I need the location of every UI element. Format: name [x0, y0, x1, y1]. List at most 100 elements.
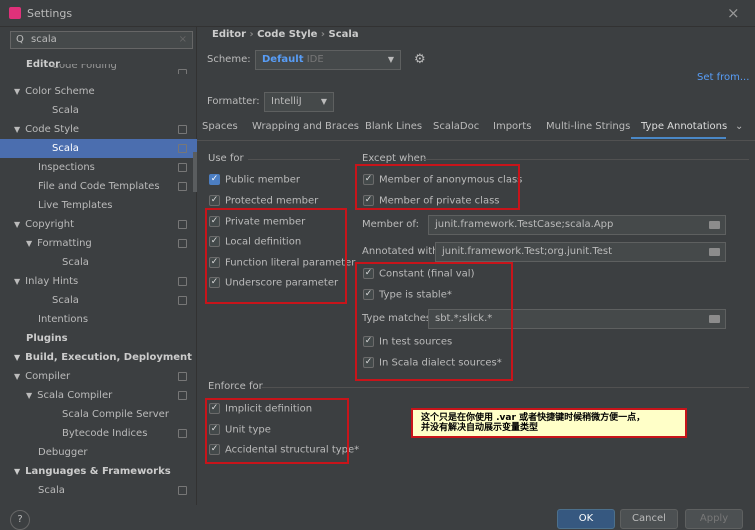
sidebar-item-scala-compiler[interactable]: ▼ Scala Compiler — [0, 386, 197, 405]
apply-button[interactable]: Apply — [685, 509, 743, 529]
sidebar-item-scala[interactable]: Scala — [0, 481, 197, 500]
expand-arrow-icon[interactable]: ▼ — [14, 353, 20, 362]
tab-multi-line-strings[interactable]: Multi-line Strings — [546, 121, 630, 132]
sidebar-item-bytecode-indices[interactable]: Bytecode Indices — [0, 424, 197, 443]
expand-arrow-icon[interactable]: ▼ — [26, 391, 32, 400]
annotation-box — [355, 262, 513, 381]
annotation-note: 这个只是在你使用 .var 或者快捷键时候稍微方便一点， 并没有解决自动展示变量… — [411, 408, 687, 438]
folder-icon[interactable] — [709, 221, 720, 229]
scheme-kind: IDE — [306, 54, 324, 65]
sidebar-item-debugger[interactable]: Debugger — [0, 443, 197, 462]
sidebar-item-inspections[interactable]: Inspections — [0, 158, 197, 177]
tab-wrapping-and-braces[interactable]: Wrapping and Braces — [252, 121, 359, 132]
scheme-select[interactable]: Default IDE ▼ — [255, 50, 401, 70]
sidebar-item-live-templates[interactable]: Live Templates — [0, 196, 197, 215]
gear-icon[interactable]: ⚙ — [414, 52, 426, 67]
sidebar-item-label: Languages & Frameworks — [25, 466, 171, 477]
help-label: ? — [17, 514, 23, 525]
sidebar-item-label: Inlay Hints — [25, 276, 79, 287]
sidebar-item-label: Debugger — [38, 447, 88, 458]
sidebar-item-inlay-hints[interactable]: ▼ Inlay Hints — [0, 272, 197, 291]
member-of-field[interactable]: junit.framework.TestCase;scala.App — [428, 215, 726, 235]
formatter-value: IntelliJ — [271, 96, 302, 107]
sidebar: Q scala × Editor Code Folding ▼ Color Schem… — [0, 27, 197, 505]
help-button[interactable]: ? — [10, 510, 30, 530]
sidebar-scrollbar[interactable] — [193, 152, 197, 192]
chevron-down-icon: ▼ — [387, 55, 394, 64]
member-of-label: Member of: — [362, 219, 419, 230]
search-value: scala — [31, 34, 57, 45]
expand-arrow-icon[interactable]: ▼ — [14, 220, 20, 229]
sidebar-item-scala[interactable]: Scala — [0, 139, 197, 158]
project-scope-icon — [178, 125, 187, 134]
sidebar-item-code-style[interactable]: ▼ Code Style — [0, 120, 197, 139]
sidebar-item-code-folding[interactable]: Code Folding — [0, 64, 197, 74]
sidebar-item-label: Live Templates — [38, 200, 113, 211]
sidebar-item-label: Scala — [52, 143, 79, 154]
sidebar-item-scala[interactable]: Scala — [0, 101, 197, 120]
checkbox-checked-icon[interactable]: ✓ — [209, 174, 220, 185]
tabs-overflow-icon[interactable]: ⌄ — [735, 121, 743, 132]
cancel-button[interactable]: Cancel — [620, 509, 678, 529]
search-input[interactable]: Q scala × — [10, 31, 193, 49]
app-icon — [9, 7, 21, 19]
except-when-title: Except when — [362, 153, 427, 164]
project-scope-icon — [178, 239, 187, 248]
search-icon: Q — [16, 34, 24, 45]
breadcrumb-scala: Scala — [328, 29, 359, 40]
folder-icon[interactable] — [709, 248, 720, 256]
sidebar-item-copyright[interactable]: ▼ Copyright — [0, 215, 197, 234]
sidebar-item-build-execution-deployment[interactable]: ▼ Build, Execution, Deployment — [0, 348, 197, 367]
sidebar-item-label: Scala — [52, 105, 79, 116]
scheme-label: Scheme: — [207, 54, 251, 65]
expand-arrow-icon[interactable]: ▼ — [26, 239, 32, 248]
sidebar-item-label: Intentions — [38, 314, 89, 325]
sidebar-item-color-scheme[interactable]: ▼ Color Scheme — [0, 82, 197, 101]
folder-icon[interactable] — [709, 315, 720, 323]
project-scope-icon — [178, 182, 187, 191]
sidebar-item-intentions[interactable]: Intentions — [0, 310, 197, 329]
tab-scaladoc[interactable]: ScalaDoc — [433, 121, 479, 132]
ok-button[interactable]: OK — [557, 509, 615, 529]
sidebar-item-compiler[interactable]: ▼ Compiler — [0, 367, 197, 386]
tab-spaces[interactable]: Spaces — [202, 121, 238, 132]
close-icon[interactable]: × — [727, 4, 740, 22]
sidebar-item-label: Plugins — [26, 333, 68, 344]
clear-icon[interactable]: × — [179, 32, 187, 48]
sidebar-item-label: Scala Compiler — [37, 390, 113, 401]
set-from-link[interactable]: Set from... — [697, 72, 749, 83]
expand-arrow-icon[interactable]: ▼ — [14, 467, 20, 476]
checkbox-checked-icon[interactable]: ✓ — [209, 195, 220, 206]
note-line-1: 这个只是在你使用 .var 或者快捷键时候稍微方便一点， — [421, 413, 646, 423]
window-title: Settings — [27, 7, 73, 20]
formatter-label: Formatter: — [207, 96, 260, 107]
note-line-2: 并没有解决自动展示变量类型 — [421, 423, 539, 433]
project-scope-icon — [178, 372, 187, 381]
expand-arrow-icon[interactable]: ▼ — [14, 125, 20, 134]
tab-imports[interactable]: Imports — [493, 121, 531, 132]
annotated-with-field[interactable]: junit.framework.Test;org.junit.Test — [435, 242, 726, 262]
checkbox-label: Public member — [225, 174, 301, 186]
scheme-name: Default — [262, 54, 304, 65]
sidebar-item-plugins[interactable]: Plugins — [0, 329, 197, 348]
sidebar-item-languages-frameworks[interactable]: ▼ Languages & Frameworks — [0, 462, 197, 481]
tab-blank-lines[interactable]: Blank Lines — [365, 121, 422, 132]
project-scope-icon — [178, 220, 187, 229]
checkbox-use_for-items-0[interactable]: ✓ Public member — [209, 174, 300, 186]
sidebar-item-scala-compile-server[interactable]: Scala Compile Server — [0, 405, 197, 424]
sidebar-item-scala[interactable]: Scala — [0, 291, 197, 310]
breadcrumb-code-style[interactable]: Code Style — [257, 29, 317, 40]
active-tab-underline — [631, 137, 726, 139]
formatter-select[interactable]: IntelliJ ▼ — [264, 92, 334, 112]
expand-arrow-icon[interactable]: ▼ — [14, 372, 20, 381]
sidebar-item-formatting[interactable]: ▼ Formatting — [0, 234, 197, 253]
expand-arrow-icon[interactable]: ▼ — [14, 277, 20, 286]
breadcrumb-editor[interactable]: Editor — [212, 29, 246, 40]
tab-type-annotations[interactable]: Type Annotations — [641, 121, 727, 132]
checkbox-use_for-items-1[interactable]: ✓ Protected member — [209, 195, 318, 207]
expand-arrow-icon[interactable]: ▼ — [14, 87, 20, 96]
sidebar-item-label: Inspections — [38, 162, 95, 173]
sidebar-item-file-and-code-templates[interactable]: File and Code Templates — [0, 177, 197, 196]
enforce-for-title: Enforce for — [208, 381, 263, 392]
sidebar-item-scala[interactable]: Scala — [0, 253, 197, 272]
